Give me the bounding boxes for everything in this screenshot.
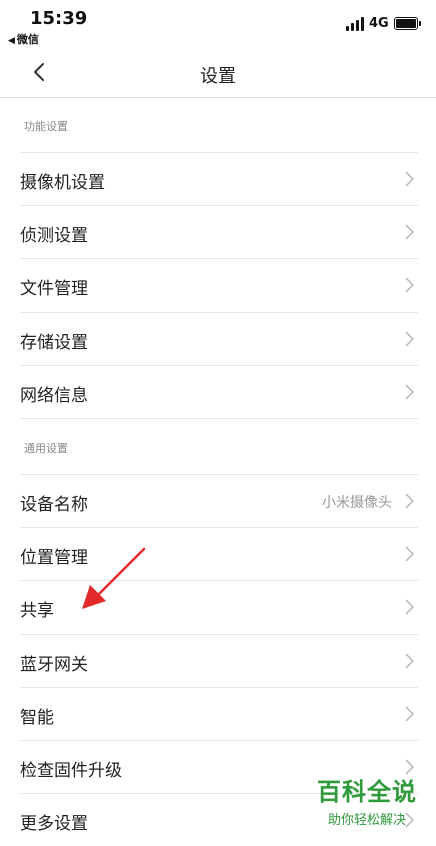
watermark-title: 百科全说 xyxy=(317,778,417,806)
item-label: 设备名称 xyxy=(20,495,88,515)
item-label: 文件管理 xyxy=(20,279,88,299)
item-label: 共享 xyxy=(20,601,54,621)
page-title: 设置 xyxy=(200,66,236,87)
watermark-subtitle: 助你轻松解决 xyxy=(327,813,406,828)
settings-item-file-management[interactable]: 文件管理 xyxy=(20,258,418,311)
chevron-right-icon xyxy=(405,277,414,293)
back-triangle-icon: ◀ xyxy=(8,36,15,46)
navigation-bar: 设置 xyxy=(0,50,436,98)
status-bar: 15:39 ◀ 微信 4G xyxy=(0,0,436,50)
item-label: 蓝牙网关 xyxy=(20,655,88,675)
signal-icon xyxy=(346,17,364,31)
settings-item-bluetooth-gateway[interactable]: 蓝牙网关 xyxy=(20,634,418,687)
chevron-right-icon xyxy=(405,653,414,669)
chevron-right-icon xyxy=(405,546,414,562)
item-label: 智能 xyxy=(20,708,54,728)
device-name-value: 小米摄像头 xyxy=(322,495,392,511)
back-app-label: 微信 xyxy=(16,33,39,46)
settings-item-storage[interactable]: 存储设置 xyxy=(20,312,418,365)
watermark: 百科全说 助你轻松解决 xyxy=(312,772,422,828)
settings-item-camera[interactable]: 摄像机设置 xyxy=(20,152,418,205)
network-type: 4G xyxy=(369,16,389,31)
back-to-app-link[interactable]: ◀ 微信 xyxy=(8,31,39,47)
section-header-function: 功能设置 xyxy=(24,120,68,133)
item-label: 摄像机设置 xyxy=(20,173,105,193)
status-time: 15:39 xyxy=(30,8,88,29)
chevron-right-icon xyxy=(405,171,414,187)
red-arrow-icon xyxy=(82,547,146,609)
battery-icon xyxy=(394,17,421,30)
item-label: 存储设置 xyxy=(20,333,88,353)
chevron-right-icon xyxy=(405,706,414,722)
section-divider xyxy=(20,418,418,474)
chevron-right-icon xyxy=(405,384,414,400)
settings-item-network-info[interactable]: 网络信息 xyxy=(20,365,418,418)
item-label: 检查固件升级 xyxy=(20,761,122,781)
chevron-right-icon xyxy=(405,493,414,509)
chevron-right-icon xyxy=(405,331,414,347)
chevron-right-icon xyxy=(405,224,414,240)
chevron-right-icon xyxy=(405,599,414,615)
settings-item-smart[interactable]: 智能 xyxy=(20,687,418,740)
item-label: 更多设置 xyxy=(20,814,88,834)
settings-item-detection[interactable]: 侦测设置 xyxy=(20,205,418,258)
item-label: 侦测设置 xyxy=(20,226,88,246)
item-label: 网络信息 xyxy=(20,386,88,406)
settings-item-device-name[interactable]: 设备名称 小米摄像头 xyxy=(20,474,418,527)
section-header-general: 通用设置 xyxy=(24,442,68,455)
